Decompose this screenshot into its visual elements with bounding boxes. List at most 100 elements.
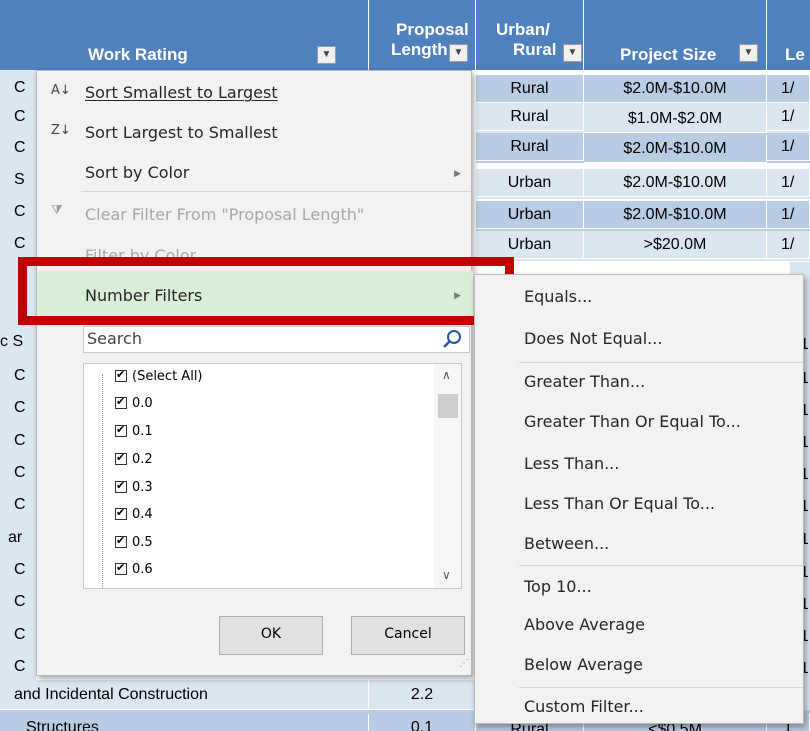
cell-urban: Rural xyxy=(476,75,584,103)
filter-dropdown-button[interactable]: ▼ xyxy=(563,44,582,62)
header-urban-label-2: Rural xyxy=(513,40,557,59)
list-scrollbar[interactable]: ∧ ∨ xyxy=(434,364,461,588)
row-fragment: C xyxy=(14,203,26,220)
header-next-col: Le xyxy=(767,0,810,70)
cell-size: $2.0M-$10.0M xyxy=(584,169,767,197)
ok-button[interactable]: OK xyxy=(219,616,323,655)
scroll-up-icon[interactable]: ∧ xyxy=(442,368,451,382)
list-item-label: 0.6 xyxy=(132,562,153,577)
list-item-label: 0.4 xyxy=(132,507,153,522)
checkbox[interactable] xyxy=(115,561,127,575)
clear-filter-icon: ⧩ xyxy=(51,203,63,218)
header-urban-rural: Urban/ Rural ▼ xyxy=(476,0,584,70)
table-row: Rural $1.0M-$2.0M 1/ xyxy=(476,103,810,133)
header-project-size-label: Project Size xyxy=(620,45,717,64)
list-item[interactable]: 0.3 xyxy=(115,479,153,495)
number-filters-submenu: Equals... Does Not Equal... Greater Than… xyxy=(474,274,804,724)
header-proposal-length: Proposal Length ▼ xyxy=(369,0,476,70)
menu-separator xyxy=(81,191,471,192)
list-item[interactable]: 0.0 xyxy=(115,395,153,411)
list-item-label: (Select All) xyxy=(132,369,203,384)
cell-length: 0.1 xyxy=(369,714,476,731)
menu-separator xyxy=(519,687,803,688)
header-proposal-label-2: Length xyxy=(391,40,448,59)
cell-size: $1.0M-$2.0M xyxy=(584,105,767,133)
cell-size: >$20.0M xyxy=(584,231,767,259)
submenu-between[interactable]: Between... xyxy=(524,534,609,553)
tree-line xyxy=(102,374,103,588)
row-fragment: C xyxy=(14,658,26,675)
cell-next: 1/ xyxy=(767,231,810,259)
scroll-down-icon[interactable]: ∨ xyxy=(442,568,451,582)
row-fragment: C xyxy=(14,593,26,610)
filter-dropdown-button-active[interactable]: ▼ xyxy=(449,44,468,62)
checkbox[interactable] xyxy=(115,506,127,520)
cell-next: 1/ xyxy=(767,75,810,103)
filter-dropdown-button[interactable]: ▼ xyxy=(739,44,758,62)
list-item-label: 0.0 xyxy=(132,396,153,411)
submenu-equals[interactable]: Equals... xyxy=(524,287,592,306)
filter-dropdown-button[interactable]: ▼ xyxy=(317,46,336,64)
header-proposal-label-1: Proposal xyxy=(396,20,469,39)
cell-urban: Rural xyxy=(476,103,584,131)
header-work-rating: Work Rating ▼ xyxy=(0,0,369,70)
cell-urban: Urban xyxy=(476,201,584,229)
highlight-box xyxy=(18,257,514,325)
cell-next: 1/ xyxy=(767,169,810,197)
header-project-size: Project Size ▼ xyxy=(584,0,767,70)
submenu-top-10[interactable]: Top 10... xyxy=(524,577,592,596)
row-fragment: C xyxy=(14,496,26,513)
checkbox[interactable] xyxy=(115,479,127,493)
scrollbar-thumb[interactable] xyxy=(438,394,458,418)
resize-grip-icon[interactable]: ⋰ xyxy=(459,658,469,669)
checkbox[interactable] xyxy=(115,451,127,465)
menu-sort-ascending[interactable]: Sort Smallest to Largest xyxy=(85,83,278,102)
sort-descending-icon: Z↓ xyxy=(51,123,71,138)
list-item[interactable]: 0.6 xyxy=(115,561,153,577)
submenu-not-equal[interactable]: Does Not Equal... xyxy=(524,329,662,348)
menu-separator xyxy=(519,362,803,363)
checkbox[interactable] xyxy=(115,423,127,437)
cell-urban: Rural xyxy=(476,133,584,161)
menu-sort-by-color[interactable]: Sort by Color xyxy=(85,163,189,182)
cell-work-rating: and Incidental Construction xyxy=(0,680,369,710)
row-fragment: c S xyxy=(0,333,24,350)
submenu-below-average[interactable]: Below Average xyxy=(524,655,643,674)
cell-size: $2.0M-$10.0M xyxy=(584,201,767,229)
search-icon xyxy=(443,330,461,348)
cancel-button[interactable]: Cancel xyxy=(351,616,465,655)
checkbox[interactable] xyxy=(115,534,127,548)
cell-next: 1/ xyxy=(767,133,810,161)
submenu-above-average[interactable]: Above Average xyxy=(524,615,645,634)
row-fragment: C xyxy=(14,432,26,449)
menu-separator xyxy=(519,565,803,566)
list-item[interactable]: 0.5 xyxy=(115,534,153,550)
cell-urban: Urban xyxy=(476,169,584,197)
cell-work-rating: Structures xyxy=(0,714,369,731)
table-row: Rural $2.0M-$10.0M 1/ xyxy=(476,75,810,103)
submenu-less-than[interactable]: Less Than... xyxy=(524,454,619,473)
submenu-less-than-or-equal[interactable]: Less Than Or Equal To... xyxy=(524,494,715,513)
cell-size: $2.0M-$10.0M xyxy=(584,75,767,103)
filter-value-list[interactable]: (Select All) 0.0 0.1 0.2 0.3 0.4 0.5 0.6… xyxy=(83,363,462,589)
checkbox[interactable] xyxy=(115,368,127,382)
row-fragment: ar xyxy=(8,529,23,546)
list-item[interactable]: 0.1 xyxy=(115,423,153,439)
autofilter-menu: A↓ Sort Smallest to Largest Z↓ Sort Larg… xyxy=(36,70,473,676)
row-fragment: C xyxy=(14,367,26,384)
list-item-label: 0.3 xyxy=(132,480,153,495)
cell-urban: Urban xyxy=(476,231,584,259)
checkbox[interactable] xyxy=(115,395,127,409)
list-item[interactable]: 0.2 xyxy=(115,451,153,467)
menu-clear-filter: Clear Filter From "Proposal Length" xyxy=(85,205,365,224)
submenu-greater-than[interactable]: Greater Than... xyxy=(524,372,645,391)
submenu-greater-than-or-equal[interactable]: Greater Than Or Equal To... xyxy=(524,412,741,431)
submenu-custom-filter[interactable]: Custom Filter... xyxy=(524,697,644,716)
cell-length: 2.2 xyxy=(369,680,476,710)
row-fragment: C xyxy=(14,399,26,416)
row-fragment: C xyxy=(14,79,26,96)
menu-sort-descending[interactable]: Sort Largest to Smallest xyxy=(85,123,278,142)
list-item[interactable]: 0.4 xyxy=(115,506,153,522)
list-item[interactable]: (Select All) xyxy=(115,368,203,384)
sort-ascending-icon: A↓ xyxy=(51,83,71,98)
